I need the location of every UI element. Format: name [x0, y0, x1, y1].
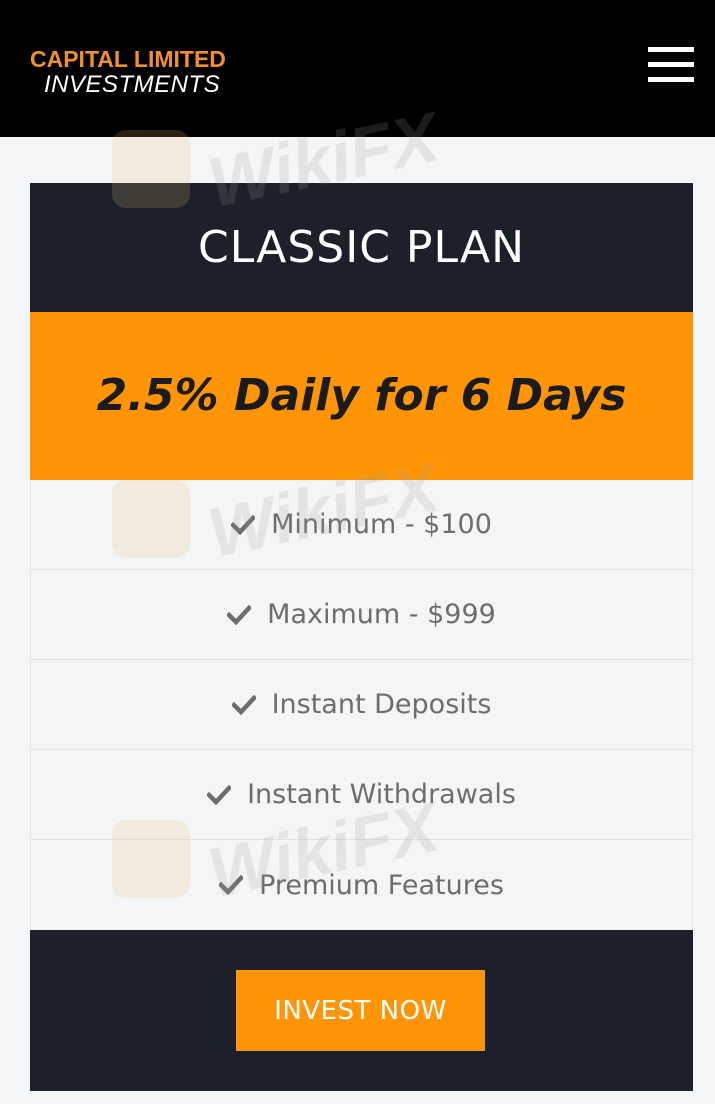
menu-bar — [648, 47, 694, 52]
feature-list: Minimum - $100 Maximum - $999 Instant De… — [30, 480, 693, 930]
site-header: CAPITAL LIMITED INVESTMENTS — [0, 0, 715, 137]
invest-now-button[interactable]: INVEST NOW — [236, 970, 485, 1051]
check-icon — [207, 784, 232, 805]
feature-item-premium-features: Premium Features — [31, 840, 692, 930]
hamburger-menu-icon[interactable] — [648, 47, 694, 83]
feature-label: Minimum - $100 — [271, 509, 492, 540]
logo-line-investments: INVESTMENTS — [44, 71, 221, 98]
feature-label: Instant Deposits — [271, 689, 492, 720]
feature-item-instant-deposits: Instant Deposits — [31, 660, 692, 750]
check-icon — [227, 604, 252, 625]
check-icon — [231, 514, 256, 535]
feature-label: Premium Features — [259, 869, 504, 901]
menu-bar — [648, 77, 694, 82]
plan-title: CLASSIC PLAN — [30, 183, 693, 312]
check-icon — [219, 875, 244, 895]
feature-item-minimum: Minimum - $100 — [31, 480, 692, 570]
feature-item-maximum: Maximum - $999 — [31, 570, 692, 660]
check-icon — [231, 694, 256, 715]
plan-footer: INVEST NOW — [30, 930, 693, 1091]
menu-bar — [648, 62, 694, 67]
feature-label: Maximum - $999 — [267, 599, 496, 630]
feature-item-instant-withdrawals: Instant Withdrawals — [31, 750, 692, 840]
plan-rate: 2.5% Daily for 6 Days — [30, 312, 693, 480]
plan-card: CLASSIC PLAN 2.5% Daily for 6 Days Minim… — [30, 183, 693, 1091]
feature-label: Instant Withdrawals — [247, 779, 516, 810]
brand-logo[interactable]: CAPITAL LIMITED INVESTMENTS — [30, 47, 226, 98]
logo-line-capital-limited: CAPITAL LIMITED — [30, 46, 226, 72]
